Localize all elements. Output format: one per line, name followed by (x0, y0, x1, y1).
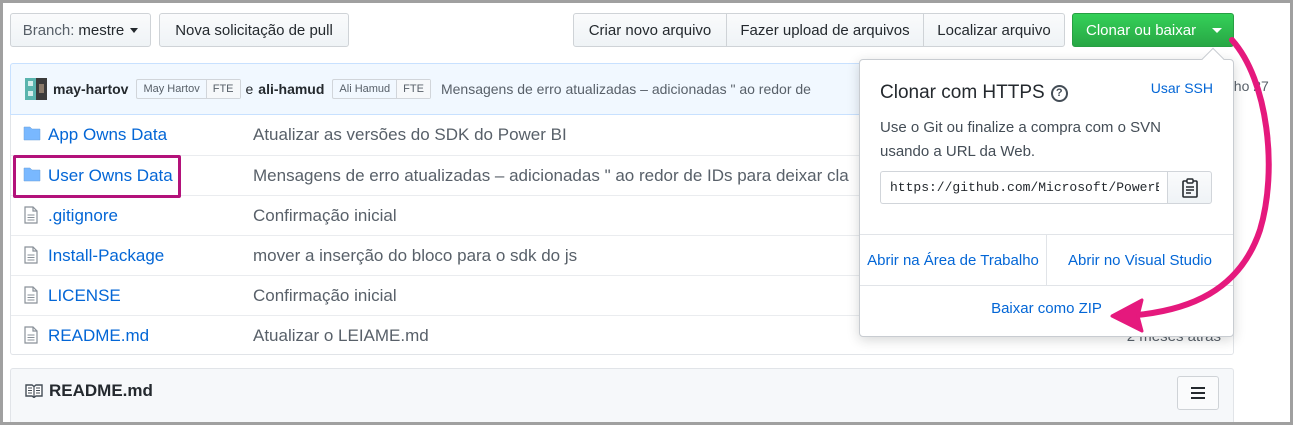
upload-files-button[interactable]: Fazer upload de arquivos (726, 13, 924, 47)
author-1-tag: FTE (205, 80, 240, 98)
avatar[interactable] (25, 78, 47, 100)
author-2-tag: FTE (396, 80, 430, 98)
file-commit-message[interactable]: Confirmação inicial (253, 206, 397, 226)
popover-title: Clonar com HTTPS? (880, 82, 1068, 104)
help-icon[interactable]: ? (1050, 84, 1068, 102)
new-pull-request-button[interactable]: Nova solicitação de pull (159, 13, 349, 47)
popover-arrow (1201, 47, 1225, 71)
highlight-box (13, 155, 181, 198)
file-commit-message[interactable]: Atualizar as versões do SDK do Power BI (253, 125, 567, 145)
file-commit-message[interactable]: Atualizar o LEIAME.md (253, 326, 429, 346)
author-2-fullname: Ali Hamud (339, 83, 391, 95)
readme-header: README.md (10, 368, 1234, 425)
clone-popover: Clonar com HTTPS? Usar SSH Use o Git ou … (859, 47, 1234, 337)
file-icon (24, 246, 38, 264)
clone-url-input[interactable] (880, 171, 1168, 204)
file-name-link[interactable]: README.md (48, 326, 149, 346)
file-icon (24, 206, 38, 224)
commit-message[interactable]: Mensagens de erro atualizadas – adiciona… (441, 81, 811, 97)
open-desktop-button[interactable]: Abrir na Área de Trabalho (860, 235, 1047, 285)
file-icon (24, 286, 38, 304)
use-ssh-link[interactable]: Usar SSH (1151, 80, 1213, 96)
clipboard-icon (1181, 177, 1198, 198)
file-commit-message[interactable]: Mensagens de erro atualizadas – adiciona… (253, 166, 849, 186)
toc-menu-button[interactable] (1177, 376, 1219, 410)
readme-title: README.md (49, 381, 153, 400)
file-name-link[interactable]: LICENSE (48, 286, 121, 306)
find-file-button[interactable]: Localizar arquivo (923, 13, 1065, 47)
file-name-link[interactable]: Install-Package (48, 246, 164, 266)
book-icon (25, 384, 43, 398)
branch-select-button[interactable]: Branch: mestre (10, 13, 151, 47)
author-2-badge: Ali Hamud FTE (332, 79, 431, 99)
file-commit-message[interactable]: mover a inserção do bloco para o sdk do … (253, 246, 577, 266)
author-1-badge: May Hartov FTE (136, 79, 241, 99)
clone-download-button[interactable]: Clonar ou baixar (1072, 13, 1234, 47)
file-commit-message[interactable]: Confirmação inicial (253, 286, 397, 306)
branch-name: mestre (78, 21, 125, 39)
commit-author-2[interactable]: ali-hamud (258, 81, 324, 97)
file-icon (24, 326, 38, 344)
branch-prefix: Branch: (22, 21, 75, 39)
file-name-link[interactable]: App Owns Data (48, 125, 167, 145)
chevron-down-icon (1212, 27, 1223, 33)
copy-url-button[interactable] (1167, 171, 1212, 204)
open-in-actions: Abrir na Área de Trabalho Abrir no Visua… (860, 234, 1233, 286)
commit-author-1[interactable]: may-hartov (53, 81, 128, 97)
hamburger-icon (1191, 387, 1205, 399)
create-file-button[interactable]: Criar novo arquivo (573, 13, 727, 47)
popover-title-text: Clonar com HTTPS (880, 82, 1045, 103)
file-actions-group: Criar novo arquivo Fazer upload de arqui… (573, 13, 1065, 47)
author-connector: e (245, 81, 254, 97)
chevron-down-icon (130, 27, 139, 33)
popover-description: Use o Git ou finalize a compra com o SVN… (880, 119, 1161, 160)
download-zip-link[interactable]: Baixar como ZIP (860, 300, 1233, 317)
clone-download-label: Clonar ou baixar (1086, 21, 1197, 39)
open-visual-studio-button[interactable]: Abrir no Visual Studio (1047, 235, 1233, 285)
file-name-link[interactable]: .gitignore (48, 206, 118, 226)
author-1-fullname: May Hartov (143, 83, 200, 95)
folder-icon (23, 126, 41, 141)
